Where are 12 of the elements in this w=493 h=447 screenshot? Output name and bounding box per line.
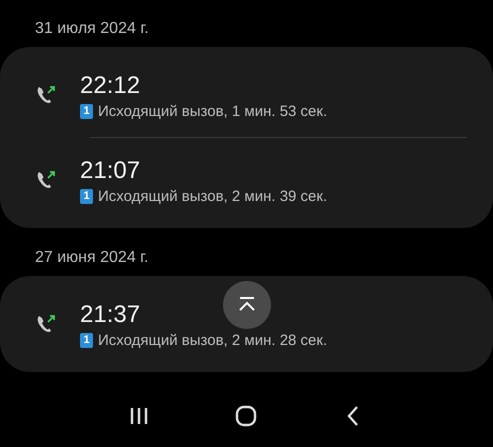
call-time: 21:07 [80,156,140,186]
date-header: 27 июня 2024 г. [34,248,150,268]
home-icon[interactable] [234,404,258,428]
call-detail: Исходящий вызов, 1 мин. 53 сек. [98,102,328,120]
sim-badge: 1 [80,188,93,204]
call-time: 21:37 [80,300,140,330]
call-detail: Исходящий вызов, 2 мин. 28 сек. [98,332,328,348]
date-header: 31 июля 2024 г. [34,19,150,39]
call-time: 22:12 [80,70,140,100]
call-detail: Исходящий вызов, 2 мин. 39 сек. [98,188,328,204]
sim-badge: 1 [80,104,93,118]
sim-badge: 1 [80,332,93,348]
